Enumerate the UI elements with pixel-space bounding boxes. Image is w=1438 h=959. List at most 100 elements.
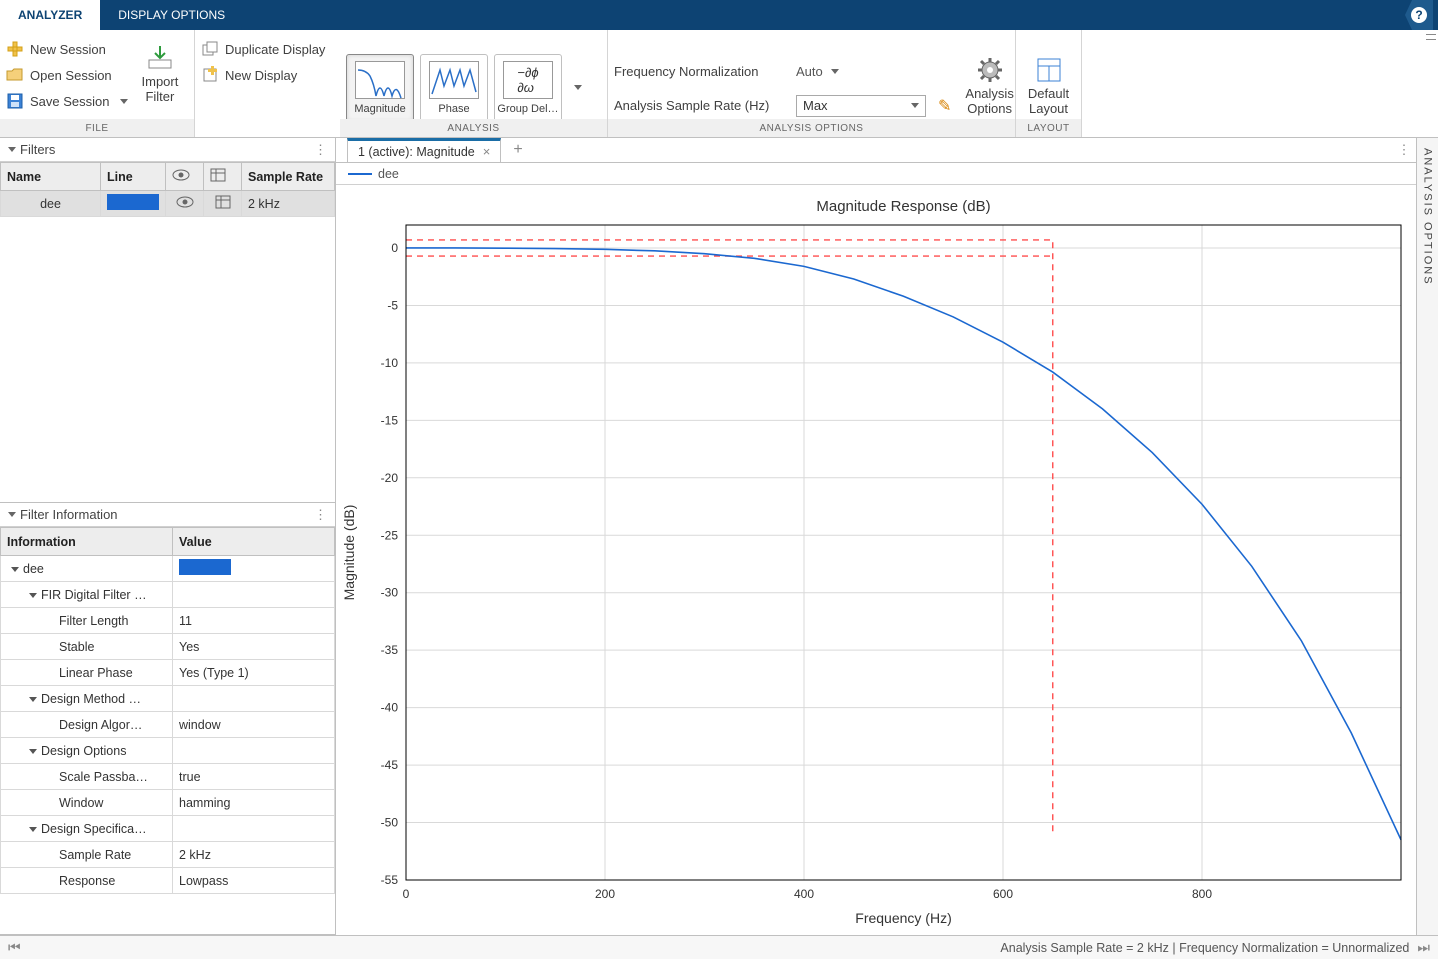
new-display-icon (201, 66, 219, 84)
expander-icon[interactable] (11, 567, 19, 572)
filter-info-title: Filter Information (20, 507, 118, 522)
legend-label: dee (378, 167, 399, 181)
svg-text:600: 600 (993, 887, 1013, 901)
new-display-button[interactable]: New Display (201, 62, 325, 88)
info-row[interactable]: Scale Passba…true (1, 764, 335, 790)
add-tab-button[interactable]: + (513, 138, 522, 162)
svg-text:400: 400 (794, 887, 814, 901)
import-icon (146, 44, 174, 72)
filter-row[interactable]: dee2 kHz (1, 191, 335, 217)
svg-text:-5: -5 (387, 298, 398, 312)
properties-icon (210, 168, 226, 182)
svg-text:0: 0 (391, 241, 398, 255)
svg-text:-30: -30 (381, 586, 399, 600)
expander-icon[interactable] (29, 827, 37, 832)
analysis-phase-button[interactable]: Phase (420, 54, 488, 122)
group-label-analysis: ANALYSIS (340, 119, 607, 137)
help-button[interactable]: ? (1405, 0, 1433, 30)
nav-first-icon[interactable]: ⏮ (8, 939, 21, 956)
analysis-magnitude-button[interactable]: Magnitude (346, 54, 414, 122)
close-icon[interactable]: × (483, 144, 491, 159)
info-row[interactable]: Windowhamming (1, 790, 335, 816)
filters-panel-menu[interactable]: ⋮ (314, 142, 327, 158)
svg-text:200: 200 (595, 887, 615, 901)
col-visible[interactable] (166, 163, 204, 191)
freq-norm-dropdown[interactable]: Auto (796, 64, 839, 79)
default-layout-button[interactable]: Default Layout (1020, 52, 1077, 120)
col-props[interactable] (204, 163, 242, 191)
info-row[interactable]: dee (1, 556, 335, 582)
svg-text:-35: -35 (381, 643, 399, 657)
filters-panel-title: Filters (20, 142, 55, 157)
eye-icon (172, 169, 190, 181)
analysis-group-delay-button[interactable]: −∂ϕ∂ω Group Del… (494, 54, 562, 122)
nav-last-icon[interactable]: ⏭ (1417, 939, 1430, 956)
open-session-button[interactable]: Open Session (6, 62, 128, 88)
tab-analyzer[interactable]: ANALYZER (0, 0, 100, 30)
col-line[interactable]: Line (101, 163, 166, 191)
analysis-more-button[interactable] (568, 81, 584, 94)
toolstrip-collapse-button[interactable] (1424, 30, 1438, 137)
svg-text:-55: -55 (381, 873, 399, 887)
color-chip[interactable] (107, 194, 159, 210)
chevron-down-icon[interactable] (8, 147, 16, 152)
info-row[interactable]: Filter Length11 (1, 608, 335, 634)
col-name[interactable]: Name (1, 163, 101, 191)
sample-rate-label: Analysis Sample Rate (Hz) (614, 98, 784, 113)
status-text: Analysis Sample Rate = 2 kHz | Frequency… (1000, 941, 1409, 955)
svg-text:Magnitude (dB): Magnitude (dB) (341, 505, 357, 601)
info-row[interactable]: FIR Digital Filter … (1, 582, 335, 608)
color-chip (179, 559, 231, 575)
svg-text:-15: -15 (381, 413, 399, 427)
svg-text:-25: -25 (381, 528, 399, 542)
info-row[interactable]: Design Options (1, 738, 335, 764)
legend-line (348, 173, 372, 175)
svg-text:Magnitude Response (dB): Magnitude Response (dB) (816, 198, 990, 215)
import-filter-button[interactable]: Import Filter (134, 40, 187, 108)
duplicate-icon (201, 40, 219, 58)
document-tab-label: 1 (active): Magnitude (358, 145, 475, 159)
info-row[interactable]: ResponseLowpass (1, 868, 335, 894)
info-row[interactable]: StableYes (1, 634, 335, 660)
svg-text:0: 0 (403, 887, 410, 901)
col-sample-rate[interactable]: Sample Rate (242, 163, 335, 191)
chevron-down-icon[interactable] (8, 512, 16, 517)
freq-norm-label: Frequency Normalization (614, 64, 784, 79)
tab-menu-button[interactable]: ⋮ (1392, 138, 1416, 162)
svg-text:800: 800 (1192, 887, 1212, 901)
folder-open-icon (6, 66, 24, 84)
info-row[interactable]: Design Algor…window (1, 712, 335, 738)
filter-info-menu[interactable]: ⋮ (314, 507, 327, 523)
analysis-options-button[interactable]: Analysis Options (957, 52, 1021, 120)
col-value[interactable]: Value (173, 528, 335, 556)
info-row[interactable]: Design Specifica… (1, 816, 335, 842)
info-row[interactable]: Sample Rate2 kHz (1, 842, 335, 868)
info-row[interactable]: Design Method … (1, 686, 335, 712)
analysis-options-collapsed-panel[interactable]: ANALYSIS OPTIONS (1416, 138, 1438, 935)
magnitude-plot[interactable]: 02004006008000-5-10-15-20-25-30-35-40-45… (336, 185, 1416, 935)
eye-icon[interactable] (176, 196, 194, 208)
new-session-button[interactable]: New Session (6, 36, 128, 62)
sample-rate-combobox[interactable]: Max (796, 95, 926, 117)
plus-icon (6, 40, 24, 58)
duplicate-display-button[interactable]: Duplicate Display (201, 36, 325, 62)
svg-text:-45: -45 (381, 758, 399, 772)
info-row[interactable]: Linear PhaseYes (Type 1) (1, 660, 335, 686)
group-label-layout: LAYOUT (1016, 119, 1081, 137)
col-information[interactable]: Information (1, 528, 173, 556)
expander-icon[interactable] (29, 593, 37, 598)
svg-text:-40: -40 (381, 701, 399, 715)
properties-icon[interactable] (215, 195, 231, 209)
save-session-button[interactable]: Save Session (6, 88, 128, 114)
edit-icon[interactable]: ✎ (938, 96, 951, 116)
document-tab[interactable]: 1 (active): Magnitude × (347, 138, 501, 162)
expander-icon[interactable] (29, 749, 37, 754)
svg-text:-50: -50 (381, 816, 399, 830)
svg-text:-20: -20 (381, 471, 399, 485)
tab-display-options[interactable]: DISPLAY OPTIONS (100, 0, 243, 30)
save-icon (6, 92, 24, 110)
gear-icon (976, 56, 1004, 84)
expander-icon[interactable] (29, 697, 37, 702)
group-label-file: FILE (0, 119, 194, 137)
svg-text:Frequency (Hz): Frequency (Hz) (855, 910, 951, 926)
